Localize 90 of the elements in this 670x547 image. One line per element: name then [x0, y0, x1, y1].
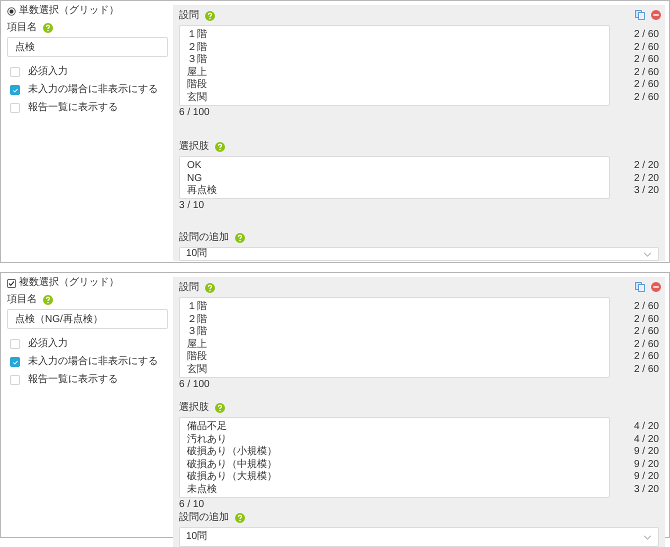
choice-line: 破損あり（大規模）	[187, 471, 277, 484]
help-icon[interactable]	[43, 295, 53, 305]
field-label: 項目名	[7, 21, 37, 35]
character-count: 4 / 20	[634, 421, 659, 434]
copy-icon[interactable]	[635, 282, 645, 292]
chevron-icon	[643, 252, 652, 256]
character-count: 2 / 60	[634, 54, 659, 67]
help-icon[interactable]	[205, 283, 215, 293]
help-icon[interactable]	[205, 11, 215, 21]
choice-line: 汚れあり	[187, 434, 227, 446]
question-line: 玄関	[187, 364, 207, 377]
help-icon[interactable]	[215, 403, 225, 413]
item-name-field[interactable]: 点検	[7, 37, 168, 57]
question-line: 階段	[187, 79, 207, 92]
question-count-dropdown[interactable]: 10問	[179, 247, 659, 261]
choice-line: 未点検	[187, 484, 217, 497]
checkbox[interactable]	[7, 278, 16, 288]
character-count: 2 / 60	[634, 66, 659, 80]
question-line: ３階	[187, 326, 207, 338]
checkbox-label: 必須入力	[28, 67, 68, 77]
question-line: １階	[187, 29, 207, 42]
character-count: 2 / 20	[634, 160, 659, 173]
character-count: 4 / 20	[634, 434, 659, 446]
text-area[interactable]: 備品不足 汚れあり 破損あり（小規模） 破損あり（中規模） 破損あり（大規模） 未点検	[179, 417, 610, 498]
copy-icon[interactable]	[635, 10, 645, 20]
field-label: 設問の追加	[179, 231, 229, 245]
question-line: 屋上	[187, 338, 207, 350]
field-label: 項目名	[7, 293, 37, 307]
text-area[interactable]: OK NG 再点検	[179, 156, 610, 199]
help-icon[interactable]	[235, 233, 245, 243]
text-area[interactable]: １階 ２階 ３階 屋上 階段 玄関	[179, 297, 610, 378]
delete-icon[interactable]	[651, 10, 661, 20]
character-count: 9 / 20	[634, 471, 659, 484]
checkbox[interactable]	[10, 357, 20, 367]
field-label: 設問の追加	[179, 511, 229, 525]
character-count: 2 / 20	[634, 172, 659, 186]
question-line: 屋上	[187, 66, 207, 78]
choice-line: 備品不足	[187, 421, 227, 434]
total-count: 6 / 100	[179, 379, 210, 391]
choice-line: 破損あり（中規模）	[187, 458, 277, 470]
field-label: 設問	[179, 9, 199, 23]
question-count-dropdown[interactable]: 10問	[179, 527, 659, 547]
type-label: 複数選択（グリッド）	[19, 277, 119, 289]
character-count: 2 / 60	[634, 92, 659, 105]
choice-line: OK	[187, 160, 202, 173]
character-count: 2 / 60	[634, 42, 659, 54]
delete-icon[interactable]	[651, 282, 661, 292]
checkbox-label: 報告一覧に表示する	[28, 375, 118, 385]
chevron-icon	[643, 534, 652, 540]
question-line: ３階	[187, 54, 207, 66]
character-count: 9 / 20	[634, 446, 659, 459]
help-icon[interactable]	[215, 142, 225, 152]
character-count: 2 / 60	[634, 29, 659, 42]
total-count: 6 / 100	[179, 107, 210, 119]
checkbox[interactable]	[10, 85, 20, 95]
character-count: 2 / 60	[634, 301, 659, 314]
type-label: 単数選択（グリッド）	[19, 5, 119, 17]
character-count: 2 / 60	[634, 351, 659, 364]
choice-line: NG	[187, 172, 202, 184]
check-icon	[12, 358, 18, 366]
question-line: １階	[187, 301, 207, 314]
radio-button[interactable]	[7, 6, 16, 16]
question-line: ２階	[187, 314, 207, 326]
choice-line: 破損あり（小規模）	[187, 446, 277, 458]
total-count: 3 / 10	[179, 200, 204, 212]
checkbox-label: 未入力の場合に非表示にする	[28, 357, 158, 367]
question-line: ２階	[187, 42, 207, 54]
character-count: 2 / 60	[634, 364, 659, 377]
field-label: 選択肢	[179, 140, 209, 154]
help-icon[interactable]	[235, 513, 245, 523]
character-count: 2 / 60	[634, 314, 659, 326]
check-icon	[12, 86, 18, 94]
character-count: 2 / 60	[634, 338, 659, 352]
question-line: 玄関	[187, 92, 207, 105]
checkbox-label: 未入力の場合に非表示にする	[28, 85, 158, 95]
character-count: 2 / 60	[634, 79, 659, 92]
help-icon[interactable]	[43, 23, 53, 33]
field-label: 設問	[179, 281, 199, 295]
text-area[interactable]: １階 ２階 ３階 屋上 階段 玄関	[179, 25, 610, 106]
checkbox-label: 報告一覧に表示する	[28, 103, 118, 113]
checkbox-label: 必須入力	[28, 339, 68, 349]
item-name-field[interactable]: 点検（NG/再点検）	[7, 309, 168, 329]
choice-line: 再点検	[187, 185, 217, 198]
character-count: 3 / 20	[634, 185, 659, 198]
total-count: 6 / 10	[179, 499, 204, 511]
question-line: 階段	[187, 351, 207, 364]
character-count: 2 / 60	[634, 326, 659, 339]
character-count: 9 / 20	[634, 458, 659, 472]
field-label: 選択肢	[179, 401, 209, 415]
character-count: 3 / 20	[634, 484, 659, 497]
